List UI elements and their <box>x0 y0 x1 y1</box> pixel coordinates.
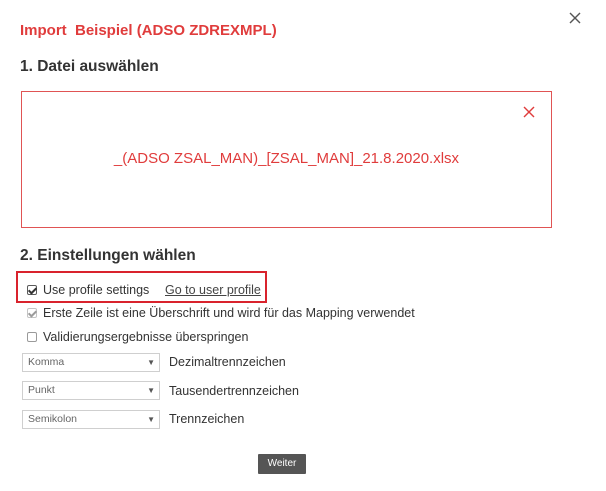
first-row-header-row: Erste Zeile ist eine Überschrift und wir… <box>27 305 415 321</box>
close-icon[interactable] <box>566 9 584 27</box>
step1-heading: 1. Datei auswählen <box>20 58 159 75</box>
step2-heading: 2. Einstellungen wählen <box>20 247 196 264</box>
dialog-title: Import Beispiel (ADSO ZDREXMPL) <box>20 22 277 39</box>
file-dropzone[interactable]: _(ADSO ZSAL_MAN)_[ZSAL_MAN]_21.8.2020.xl… <box>21 91 552 228</box>
skip-validation-row: Validierungsergebnisse überspringen <box>27 329 248 345</box>
chevron-down-icon: ▼ <box>147 386 155 395</box>
chevron-down-icon: ▼ <box>147 415 155 424</box>
next-button[interactable]: Weiter <box>258 454 306 474</box>
use-profile-row: Use profile settings <box>27 282 149 298</box>
skip-validation-label: Validierungsergebnisse überspringen <box>43 330 249 344</box>
decimal-separator-value: Komma <box>28 356 65 368</box>
thousands-separator-select[interactable]: Punkt ▼ <box>22 381 160 400</box>
use-profile-label: Use profile settings <box>43 283 150 297</box>
first-row-header-checkbox[interactable] <box>27 308 37 318</box>
first-row-header-label: Erste Zeile ist eine Überschrift und wir… <box>43 306 415 320</box>
decimal-separator-label: Dezimaltrennzeichen <box>169 355 286 369</box>
user-profile-link[interactable]: Go to user profile <box>165 282 261 298</box>
chevron-down-icon: ▼ <box>147 358 155 367</box>
skip-validation-checkbox[interactable] <box>27 332 37 342</box>
thousands-separator-value: Punkt <box>28 384 55 396</box>
selected-filename: _(ADSO ZSAL_MAN)_[ZSAL_MAN]_21.8.2020.xl… <box>113 150 460 167</box>
import-dialog: Import Beispiel (ADSO ZDREXMPL) 1. Datei… <box>0 0 606 491</box>
close-icon[interactable] <box>522 105 536 119</box>
decimal-separator-select[interactable]: Komma ▼ <box>22 353 160 372</box>
field-separator-value: Semikolon <box>28 413 78 425</box>
thousands-separator-label: Tausendertrennzeichen <box>169 384 299 398</box>
use-profile-checkbox[interactable] <box>27 285 37 295</box>
field-separator-select[interactable]: Semikolon ▼ <box>22 410 160 429</box>
field-separator-label: Trennzeichen <box>169 412 245 426</box>
